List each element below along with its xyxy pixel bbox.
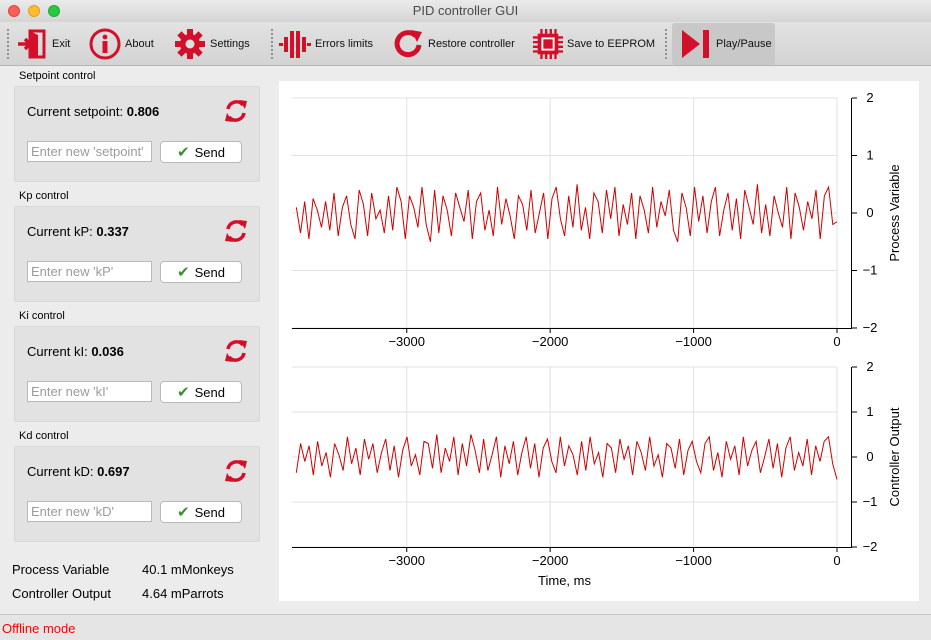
send-label: Send [194, 384, 225, 400]
y-tick-label: −1 [863, 494, 878, 509]
y-tick-label: 0 [866, 449, 873, 464]
checkmark-icon: ✔ [177, 144, 190, 161]
send-kd-button[interactable]: ✔ Send [160, 501, 242, 523]
y-tick-label: 2 [866, 359, 873, 374]
kp-group-label: Kp control [19, 190, 69, 202]
process-variable-label: Process Variable [12, 562, 110, 577]
settings-button[interactable]: Settings [174, 23, 250, 65]
checkmark-icon: ✔ [177, 384, 190, 401]
y-tick-label: 1 [866, 404, 873, 419]
minimize-window-button[interactable] [28, 5, 40, 17]
send-setpoint-button[interactable]: ✔ Send [160, 141, 242, 163]
setpoint-control-group: Current setpoint: 0.806 ✔ Send [14, 86, 260, 182]
status-bar: Offline mode [0, 614, 931, 640]
x-tick-label: −2000 [532, 553, 569, 568]
title-bar: PID controller GUI [0, 0, 931, 22]
errors-limits-label: Errors limits [315, 38, 374, 50]
current-ki-label: Current kI: [27, 344, 88, 359]
plot-area: −3000 −2000 −1000 0 2 1 0 −1 −2 Process Variable −… [279, 81, 919, 601]
close-window-button[interactable] [8, 5, 20, 17]
restore-controller-label: Restore controller [428, 38, 515, 50]
ki-control-group: Current kI: 0.036 ✔ Send [14, 326, 260, 422]
play-pause-button[interactable]: Play/Pause [672, 23, 775, 65]
new-ki-input[interactable] [27, 381, 152, 402]
toolbar-separator [270, 28, 274, 60]
kp-control-group: Current kP: 0.337 ✔ Send [14, 206, 260, 302]
new-setpoint-input[interactable] [27, 141, 152, 162]
controller-output-label: Controller Output [12, 586, 111, 601]
info-icon [89, 28, 121, 60]
current-kp-label: Current kP: [27, 224, 93, 239]
current-ki-text: Current kI: 0.036 [27, 344, 124, 359]
y-tick-label: −2 [863, 320, 878, 335]
x-tick-label: −3000 [388, 334, 425, 349]
save-eeprom-label: Save to EEPROM [567, 38, 656, 50]
toolbar-separator [664, 28, 668, 60]
setpoint-group-label: Setpoint control [19, 70, 96, 82]
current-ki-value: 0.036 [91, 344, 124, 359]
window-title: PID controller GUI [412, 3, 519, 18]
restore-controller-button[interactable]: Restore controller [392, 23, 515, 65]
restore-icon [394, 30, 422, 58]
current-kd-label: Current kD: [27, 464, 94, 479]
y-axis-label: Controller Output [887, 407, 902, 506]
y-tick-label: 2 [866, 90, 873, 105]
status-text: Offline mode [2, 621, 76, 636]
exit-button[interactable]: Exit [16, 23, 70, 65]
x-tick-label: 0 [833, 334, 840, 349]
toolbar: Exit About Settings Errors limits Restor… [0, 22, 931, 66]
maximize-window-button[interactable] [48, 5, 60, 17]
chip-icon [533, 29, 563, 59]
exit-icon [18, 29, 46, 59]
kd-group-label: Kd control [19, 430, 69, 442]
x-tick-label: −3000 [388, 553, 425, 568]
new-kd-input[interactable] [27, 501, 152, 522]
controller-output-value: 4.64 mParrots [142, 586, 224, 601]
send-label: Send [194, 144, 225, 160]
send-kp-button[interactable]: ✔ Send [160, 261, 242, 283]
current-setpoint-value: 0.806 [126, 104, 160, 119]
kd-control-group: Current kD: 0.697 ✔ Send [14, 446, 260, 542]
send-ki-button[interactable]: ✔ Send [160, 381, 242, 403]
about-label: About [125, 38, 154, 50]
x-tick-label: −1000 [675, 553, 712, 568]
current-kp-value: 0.337 [96, 224, 129, 239]
current-kd-text: Current kD: 0.697 [27, 464, 130, 479]
refresh-icon[interactable] [223, 218, 249, 244]
x-tick-label: −1000 [675, 334, 712, 349]
process-variable-value: 40.1 mMonkeys [142, 562, 234, 577]
gear-icon [175, 29, 205, 59]
current-setpoint-text: Current setpoint: 0.806 [27, 104, 159, 119]
send-label: Send [194, 264, 225, 280]
play-pause-icon [682, 30, 709, 58]
x-tick-label: −2000 [532, 334, 569, 349]
plots-svg[interactable]: −3000 −2000 −1000 0210−1−2Process Variable−… [279, 81, 919, 601]
limits-icon [279, 31, 311, 58]
toolbar-grip[interactable] [6, 28, 10, 60]
exit-label: Exit [52, 38, 71, 50]
refresh-icon[interactable] [223, 98, 249, 124]
current-kp-text: Current kP: 0.337 [27, 224, 129, 239]
send-label: Send [194, 504, 225, 520]
refresh-icon[interactable] [223, 338, 249, 364]
about-button[interactable]: About [89, 23, 154, 65]
x-axis-label: Time, ms [538, 573, 591, 588]
play-pause-label: Play/Pause [716, 38, 772, 50]
ki-group-label: Ki control [19, 310, 65, 322]
new-kp-input[interactable] [27, 261, 152, 282]
y-tick-label: −1 [863, 263, 878, 278]
y-axis-label: Process Variable [887, 164, 902, 261]
y-tick-label: 1 [866, 148, 873, 163]
x-tick-label: 0 [833, 553, 840, 568]
y-tick-label: 0 [866, 205, 873, 220]
checkmark-icon: ✔ [177, 264, 190, 281]
refresh-icon[interactable] [223, 458, 249, 484]
save-eeprom-button[interactable]: Save to EEPROM [533, 23, 655, 65]
current-kd-value: 0.697 [97, 464, 130, 479]
settings-label: Settings [210, 38, 250, 50]
current-setpoint-label: Current setpoint: [27, 104, 124, 119]
checkmark-icon: ✔ [177, 504, 190, 521]
errors-limits-button[interactable]: Errors limits [279, 23, 373, 65]
y-tick-label: −2 [863, 539, 878, 554]
